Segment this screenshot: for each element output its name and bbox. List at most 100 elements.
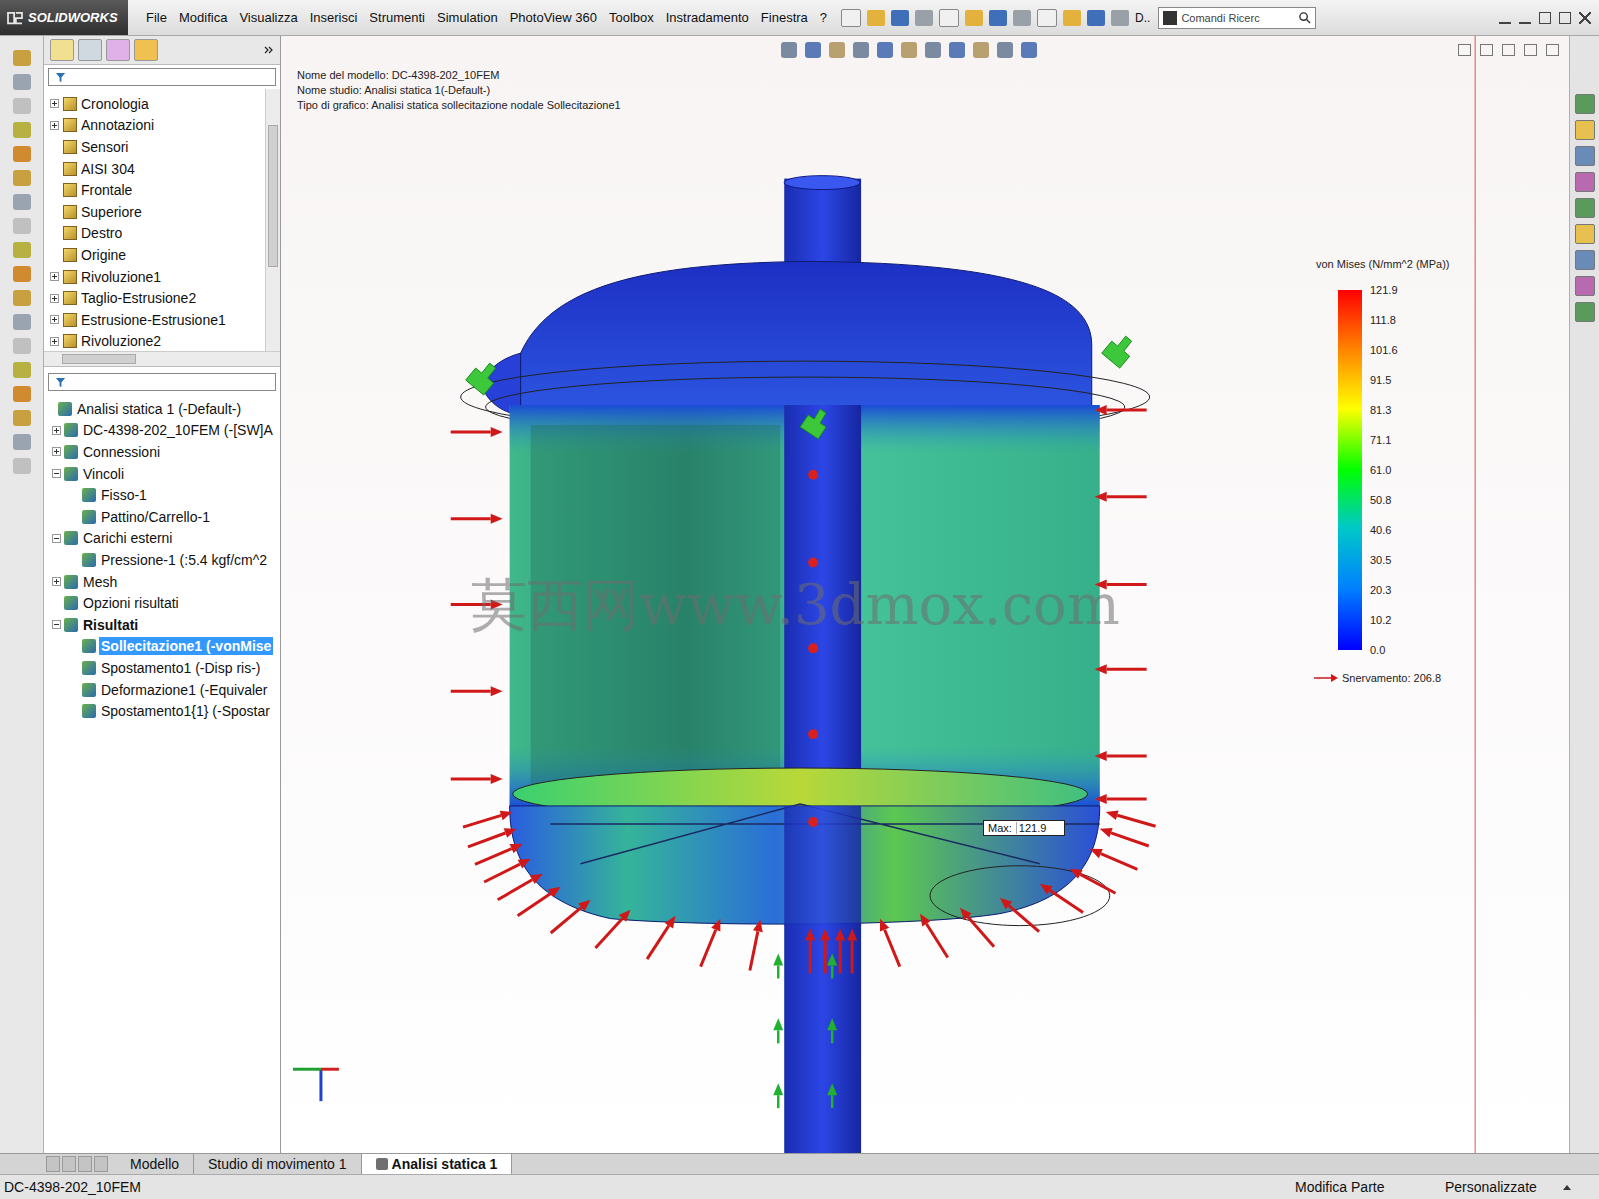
expand-toggle-icon[interactable] (50, 294, 59, 303)
command-icon[interactable] (13, 242, 31, 258)
view-tool-icon[interactable] (973, 42, 989, 58)
command-icon[interactable] (13, 146, 31, 162)
horizontal-scrollbar[interactable] (44, 351, 280, 367)
command-icon[interactable] (13, 50, 31, 66)
tree-item[interactable]: Destro (44, 223, 265, 245)
document-tab[interactable]: Modello (116, 1154, 194, 1174)
menu-item[interactable]: PhotoView 360 (510, 10, 597, 25)
view-tool-icon[interactable] (949, 42, 965, 58)
menu-item[interactable]: Visualizza (239, 10, 297, 25)
tool-icon[interactable] (1063, 10, 1081, 26)
tree-item[interactable]: AISI 304 (44, 158, 265, 180)
tree-item[interactable]: Origine (44, 244, 265, 266)
study-tree-item[interactable]: Mesh (44, 571, 280, 593)
command-icon[interactable] (13, 194, 31, 210)
menu-item[interactable]: File (146, 10, 167, 25)
tree-item[interactable]: Cronologia (44, 93, 265, 115)
tab-nav-icon[interactable] (62, 1156, 76, 1172)
study-tree-item[interactable]: Deformazione1 (-Equivaler (44, 679, 280, 701)
study-tree-item[interactable]: Fisso-1 (44, 484, 280, 506)
tab-nav-icon[interactable] (94, 1156, 108, 1172)
maximize-icon[interactable] (1559, 12, 1571, 24)
study-tree-item[interactable]: Spostamento1{1} (-Spostar (44, 700, 280, 722)
property-tab-icon[interactable] (78, 39, 102, 61)
command-icon[interactable] (13, 362, 31, 378)
restore-icon[interactable] (1524, 44, 1537, 56)
app-logo[interactable]: SOLIDWORKS (0, 0, 128, 35)
task-pane-icon[interactable] (1575, 276, 1595, 296)
study-tree-item[interactable]: Risultati (44, 614, 280, 636)
menu-item[interactable]: ? (820, 10, 827, 25)
task-pane-icon[interactable] (1575, 250, 1595, 270)
command-icon[interactable] (13, 314, 31, 330)
menu-item[interactable]: Instradamento (666, 10, 749, 25)
menu-item[interactable]: Toolbox (609, 10, 654, 25)
expand-toggle-icon[interactable] (50, 99, 59, 108)
tool-icon[interactable] (1013, 10, 1031, 26)
study-tree-item[interactable]: DC-4398-202_10FEM (-[SW]A (44, 420, 280, 442)
tool-icon[interactable] (1087, 10, 1105, 26)
toolbar-label[interactable]: D.. (1135, 11, 1150, 25)
view-tool-icon[interactable] (1021, 42, 1037, 58)
tool-icon[interactable] (989, 10, 1007, 26)
study-tree-item[interactable]: Spostamento1 (-Disp ris-) (44, 657, 280, 679)
expand-toggle-icon[interactable] (50, 337, 59, 346)
tool-icon[interactable] (965, 10, 983, 26)
command-icon[interactable] (13, 458, 31, 474)
close-icon[interactable] (1579, 12, 1591, 24)
menu-item[interactable]: Modifica (179, 10, 227, 25)
expand-toggle-icon[interactable] (52, 469, 61, 478)
task-pane-icon[interactable] (1575, 120, 1595, 140)
caret-icon[interactable] (1563, 1185, 1571, 1190)
view-tool-icon[interactable] (997, 42, 1013, 58)
expand-toggle-icon[interactable] (52, 447, 61, 456)
menu-item[interactable]: Simulation (437, 10, 498, 25)
close-icon[interactable] (1546, 44, 1559, 56)
split-icon[interactable] (1458, 44, 1471, 56)
tool-icon[interactable] (1037, 9, 1057, 27)
expand-toggle-icon[interactable] (50, 272, 59, 281)
tree-item[interactable]: Superiore (44, 201, 265, 223)
max-probe[interactable]: Max:121.9 (983, 820, 1065, 836)
command-icon[interactable] (13, 338, 31, 354)
expand-toggle-icon[interactable] (52, 620, 61, 629)
document-tab[interactable]: Analisi statica 1 (362, 1154, 513, 1174)
study-tree-item[interactable]: Opzioni risultati (44, 592, 280, 614)
status-units[interactable]: Personalizzate (1445, 1179, 1563, 1195)
task-pane-icon[interactable] (1575, 172, 1595, 192)
expand-toggle-icon[interactable] (50, 121, 59, 130)
vertical-scrollbar[interactable] (265, 89, 280, 351)
command-icon[interactable] (13, 218, 31, 234)
config-tab-icon[interactable] (106, 39, 130, 61)
menu-item[interactable]: Inserisci (310, 10, 358, 25)
study-tree-item[interactable]: Analisi statica 1 (-Default-) (44, 398, 280, 420)
minimize-icon[interactable] (1519, 12, 1531, 24)
tree-item[interactable]: Frontale (44, 179, 265, 201)
tool-icon[interactable] (915, 10, 933, 26)
tool-icon[interactable] (841, 9, 861, 27)
tree-item[interactable]: Rivoluzione2 (44, 331, 265, 353)
task-pane-icon[interactable] (1575, 224, 1595, 244)
task-pane-icon[interactable] (1575, 146, 1595, 166)
view-tool-icon[interactable] (877, 42, 893, 58)
minimize-icon[interactable] (1502, 44, 1515, 56)
study-tree-item[interactable]: Pattino/Carrello-1 (44, 506, 280, 528)
tree-item[interactable]: Estrusione-Estrusione1 (44, 309, 265, 331)
help-icon[interactable] (1499, 12, 1511, 24)
expand-toggle-icon[interactable] (52, 534, 61, 543)
command-icon[interactable] (13, 170, 31, 186)
view-tool-icon[interactable] (781, 42, 797, 58)
command-icon[interactable] (13, 410, 31, 426)
document-tab[interactable]: Studio di movimento 1 (194, 1154, 362, 1174)
tree-item[interactable]: Sensori (44, 136, 265, 158)
tab-nav-icon[interactable] (46, 1156, 60, 1172)
study-tree-item[interactable]: Sollecitazione1 (-vonMise (44, 636, 280, 658)
task-pane-icon[interactable] (1575, 198, 1595, 218)
command-icon[interactable] (13, 386, 31, 402)
expand-icon[interactable] (264, 45, 274, 55)
tree-item[interactable]: Taglio-Estrusione2 (44, 287, 265, 309)
appearance-tab-icon[interactable] (134, 39, 158, 61)
study-tree-item[interactable]: Vincoli (44, 463, 280, 485)
menu-item[interactable]: Strumenti (369, 10, 425, 25)
tool-icon[interactable] (891, 10, 909, 26)
